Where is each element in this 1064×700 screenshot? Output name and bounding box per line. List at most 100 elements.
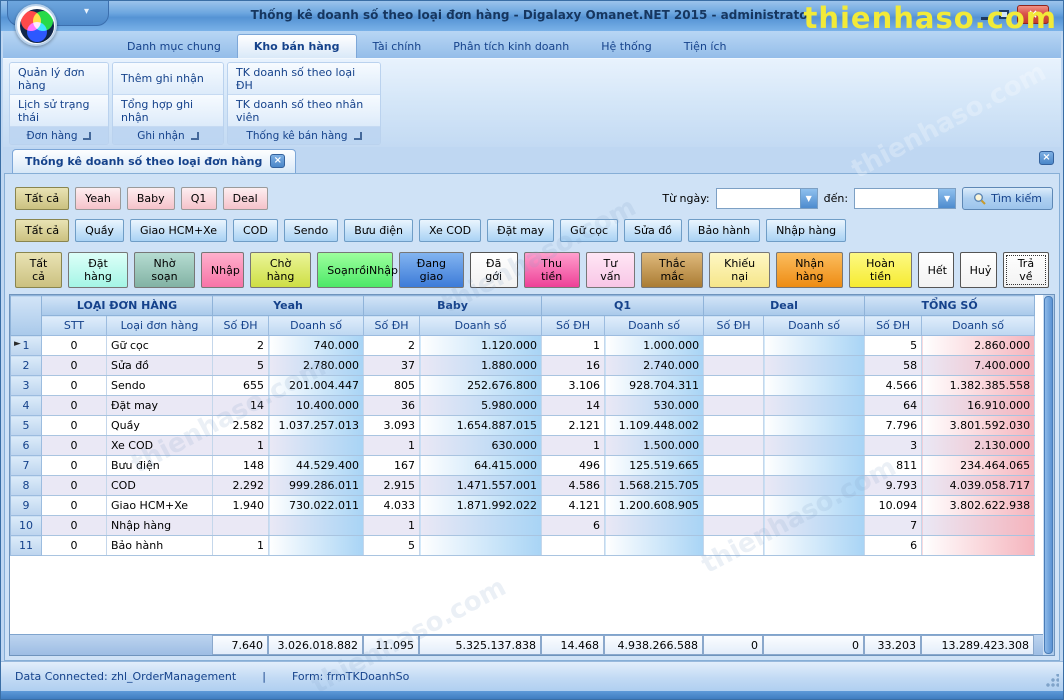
grid-cell[interactable]: 37 [364,356,420,376]
grid-cell[interactable]: 655 [213,376,269,396]
column-header[interactable]: Số ĐH [542,316,605,336]
grid-cell[interactable]: 64 [865,396,922,416]
grid-cell[interactable] [922,536,1035,556]
grid-cell-stt[interactable]: 0 [42,536,107,556]
grid-cell[interactable] [764,356,865,376]
grid-cell[interactable]: 16.910.000 [922,396,1035,416]
grid-cell[interactable]: 4.039.058.717 [922,476,1035,496]
scrollbar-thumb[interactable] [1044,296,1053,654]
grid-cell[interactable]: 1 [213,436,269,456]
grid-cell[interactable]: 740.000 [269,336,364,356]
chevron-down-icon[interactable]: ▼ [938,189,955,208]
grid-cell[interactable]: 999.286.011 [269,476,364,496]
filter-button[interactable]: Tất cả [15,252,62,288]
from-date-combobox[interactable]: ▼ [716,188,818,209]
grid-cell[interactable]: 9.793 [865,476,922,496]
grid-cell[interactable]: 125.519.665 [605,456,704,476]
column-group-header[interactable]: Q1 [542,296,704,316]
grid-cell[interactable]: 3.802.622.938 [922,496,1035,516]
column-group-header[interactable]: Deal [704,296,865,316]
grid-cell[interactable] [764,496,865,516]
filter-button[interactable]: Chờ hàng [250,252,312,288]
grid-cell[interactable]: 1.200.608.905 [605,496,704,516]
column-header[interactable]: Số ĐH [704,316,764,336]
grid-cell[interactable] [764,456,865,476]
grid-cell-stt[interactable]: 0 [42,496,107,516]
grid-cell[interactable]: 36 [364,396,420,416]
ribbon-button[interactable]: Tổng hợp ghi nhận [113,95,223,127]
grid-cell-type[interactable]: Xe COD [107,436,213,456]
grid-cell[interactable] [420,536,542,556]
filter-button[interactable]: Hoàn tiền [849,252,911,288]
grid-cell-stt[interactable]: 0 [42,416,107,436]
ribbon-button[interactable]: TK doanh số theo loại ĐH [228,63,380,95]
row-number[interactable]: 4 [11,396,42,416]
grid-cell[interactable] [269,516,364,536]
grid-cell[interactable] [704,536,764,556]
grid-cell-type[interactable]: Bảo hành [107,536,213,556]
grid-cell-stt[interactable]: 0 [42,456,107,476]
grid-cell[interactable] [704,416,764,436]
grid-cell[interactable] [922,516,1035,536]
grid-cell[interactable]: 7.400.000 [922,356,1035,376]
filter-button[interactable]: Yeah [75,187,121,210]
filter-button[interactable]: Nhập [201,252,244,288]
grid-cell[interactable]: 6 [865,536,922,556]
grid-cell[interactable] [704,436,764,456]
grid-cell[interactable]: 2.915 [364,476,420,496]
grid-cell[interactable]: 58 [865,356,922,376]
grid-cell[interactable]: 4.566 [865,376,922,396]
row-number[interactable]: 10 [11,516,42,536]
grid-cell-stt[interactable]: 0 [42,376,107,396]
grid-cell[interactable]: 1.880.000 [420,356,542,376]
grid-cell[interactable] [764,376,865,396]
dialog-launcher-icon[interactable] [83,132,91,140]
grid-cell[interactable]: 201.004.447 [269,376,364,396]
filter-button[interactable]: Hết [918,252,954,288]
column-group-header[interactable]: LOẠI ĐƠN HÀNG [42,296,213,316]
grid-cell[interactable]: 2.780.000 [269,356,364,376]
vertical-scrollbar[interactable] [1043,295,1054,655]
menu-tab[interactable]: Hệ thống [585,35,668,58]
filter-button[interactable]: Đã gới [470,252,518,288]
row-number[interactable]: 11 [11,536,42,556]
ribbon-button[interactable]: Thêm ghi nhận [113,63,223,95]
column-header[interactable]: Số ĐH [364,316,420,336]
grid-cell[interactable]: 7 [865,516,922,536]
grid-cell[interactable]: 5 [865,336,922,356]
grid-cell[interactable]: 2.292 [213,476,269,496]
menu-tab[interactable]: Kho bán hàng [237,34,357,58]
chevron-down-icon[interactable]: ▼ [800,189,817,208]
grid-cell[interactable] [764,396,865,416]
grid-cell[interactable]: 1 [213,536,269,556]
filter-button[interactable]: Sửa đồ [624,219,682,242]
grid-cell[interactable]: 2 [364,336,420,356]
filter-button[interactable]: Huỷ [960,252,997,288]
grid-cell[interactable]: 1.871.992.022 [420,496,542,516]
filter-button[interactable]: SoạnrồiNhập [317,252,393,288]
filter-button[interactable]: Thu tiền [524,252,580,288]
grid-cell-stt[interactable]: 0 [42,516,107,536]
grid-cell[interactable]: 2.860.000 [922,336,1035,356]
grid-cell[interactable] [764,516,865,536]
filter-button[interactable]: Thắc mắc [641,252,703,288]
grid-cell[interactable]: 6 [542,516,605,536]
grid-cell-type[interactable]: Bưu điện [107,456,213,476]
grid-cell[interactable]: 1.568.215.705 [605,476,704,496]
grid-cell-stt[interactable]: 0 [42,436,107,456]
column-header[interactable]: Loại đơn hàng [107,316,213,336]
filter-button[interactable]: Tất cả [15,187,69,210]
grid-cell[interactable]: 14 [542,396,605,416]
row-number[interactable]: 5 [11,416,42,436]
filter-button[interactable]: Trả về [1003,252,1049,288]
grid-cell[interactable] [269,436,364,456]
grid-cell[interactable]: 5 [364,536,420,556]
grid-cell[interactable]: 928.704.311 [605,376,704,396]
grid-cell[interactable]: 1.000.000 [605,336,704,356]
grid-cell[interactable]: 3 [865,436,922,456]
column-group-header[interactable]: Yeah [213,296,364,316]
grid-cell[interactable]: 1.654.887.015 [420,416,542,436]
grid-cell[interactable]: 3.093 [364,416,420,436]
column-header[interactable]: STT [42,316,107,336]
qat-dropdown-icon[interactable]: ▾ [84,6,89,17]
